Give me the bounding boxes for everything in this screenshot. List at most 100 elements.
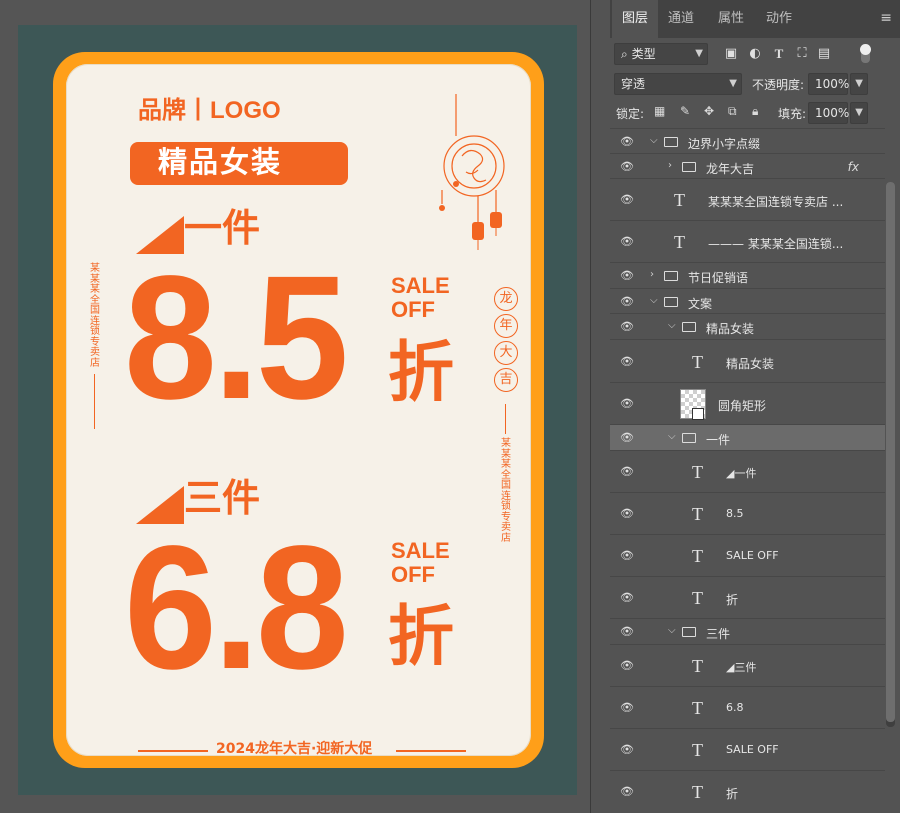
filter-toggle[interactable] [860, 44, 871, 63]
tab-properties[interactable]: 属性 [708, 0, 754, 38]
blend-mode-select[interactable]: 穿透 ▼ [614, 73, 742, 95]
chevron-down-icon[interactable]: ⌵ [668, 625, 676, 636]
eye-icon[interactable]: 👁︎ [618, 465, 636, 478]
eye-icon[interactable]: 👁︎ [618, 193, 636, 206]
layer-name: ——— 某某某全国连锁... [708, 237, 844, 251]
chevron-right-icon[interactable]: › [668, 160, 672, 171]
layer-row[interactable]: 👁︎ T ◢三件 [610, 644, 885, 686]
layer-row[interactable]: 👁︎ T 精品女装 [610, 339, 885, 382]
layer-row[interactable]: 👁︎ T 折 [610, 770, 885, 812]
eye-icon[interactable]: 👁︎ [618, 295, 636, 308]
shape-badge-icon [692, 408, 704, 420]
lock-transparent-icon[interactable]: ▦ [654, 104, 665, 118]
vertical-store-text-right: 某某某全国连锁专卖店 [501, 438, 511, 544]
chevron-down-icon: ▼ [695, 48, 703, 59]
sale-word: SALE [391, 538, 450, 563]
eye-icon[interactable]: 👁︎ [618, 431, 636, 444]
chevron-down-icon: ▼ [855, 78, 863, 89]
eye-icon[interactable]: 👁︎ [618, 659, 636, 672]
text-layer-icon: T [692, 588, 703, 608]
seal-char: 吉 [494, 368, 518, 392]
eye-icon[interactable]: 👁︎ [618, 549, 636, 562]
chevron-down-icon[interactable]: ⌵ [650, 295, 658, 306]
tab-channels[interactable]: 通道 [658, 0, 704, 38]
fill-input[interactable]: 100% [808, 102, 849, 124]
layer-row[interactable]: 👁︎ T ——— 某某某全国连锁... [610, 220, 885, 262]
eye-icon[interactable]: 👁︎ [618, 397, 636, 410]
image-filter-icon[interactable]: ▣ [723, 46, 739, 62]
text-layer-icon: T [674, 190, 685, 210]
layer-row[interactable]: 👁︎ T SALE OFF [610, 728, 885, 770]
seal-char: 龙 [494, 287, 518, 311]
panel-menu-icon[interactable]: ≡ [880, 10, 892, 26]
layer-name: 6.8 [726, 701, 744, 714]
layer-group-row[interactable]: 👁︎ › 节日促销语 [610, 262, 885, 288]
vertical-store-text-left: 某某某全国连锁专卖店 [90, 263, 100, 369]
eye-icon[interactable]: 👁︎ [618, 785, 636, 798]
filter-type-select[interactable]: ⌕ 类型 ▼ [614, 43, 708, 65]
lock-position-icon[interactable]: ✥ [704, 104, 714, 118]
scrollbar-thumb[interactable] [886, 182, 895, 722]
layer-name: 节日促销语 [688, 271, 749, 285]
opacity-dropdown[interactable]: ▼ [850, 73, 868, 95]
layer-group-row[interactable]: 👁︎ ⌵ 边界小字点缀 [610, 128, 885, 153]
poster-frame: 品牌丨LOGO 精品女装 一件 8.5 SALE OFF 折 三件 6.8 SA… [53, 52, 544, 768]
layer-effects-icon[interactable]: fx [848, 160, 859, 174]
chevron-right-icon[interactable]: › [650, 269, 654, 280]
lock-label: 锁定: [616, 107, 645, 121]
brand-logo-text: 品牌丨LOGO [138, 97, 281, 124]
opacity-input[interactable]: 100% [808, 73, 849, 95]
footer-line-left [138, 750, 208, 752]
eye-icon[interactable]: 👁︎ [618, 355, 636, 368]
lock-artboard-icon[interactable]: ⧉ [728, 104, 737, 119]
layer-row[interactable]: 👁︎ T 8.5 [610, 492, 885, 534]
eye-icon[interactable]: 👁︎ [618, 135, 636, 148]
eye-icon[interactable]: 👁︎ [618, 701, 636, 714]
layer-row[interactable]: 👁︎ T 折 [610, 576, 885, 618]
lock-pixels-icon[interactable]: ✎ [680, 104, 690, 118]
shape-filter-icon[interactable]: ⛶ [794, 46, 810, 62]
title-text: 精品女装 [158, 145, 283, 179]
chevron-down-icon[interactable]: ⌵ [668, 431, 676, 442]
eye-icon[interactable]: 👁︎ [618, 320, 636, 333]
blend-mode-value: 穿透 [621, 77, 646, 91]
layer-row[interactable]: 👁︎ T ◢一件 [610, 450, 885, 492]
layer-group-row[interactable]: 👁︎ ⌵ 精品女装 [610, 313, 885, 339]
tab-actions[interactable]: 动作 [756, 0, 802, 38]
eye-icon[interactable]: 👁︎ [618, 269, 636, 282]
type-filter-icon[interactable]: T [771, 46, 787, 62]
layer-group-row[interactable]: 👁︎ › 龙年大吉 fx [610, 153, 885, 178]
layer-group-row[interactable]: 👁︎ ⌵ 一件 [610, 424, 885, 450]
eye-icon[interactable]: 👁︎ [618, 591, 636, 604]
layer-row[interactable]: 👁︎ T 某某某全国连锁专卖店 ... [610, 178, 885, 220]
layer-row[interactable]: 👁︎ T 6.8 [610, 686, 885, 728]
layer-list: 👁︎ ⌵ 边界小字点缀 👁︎ › 龙年大吉 fx 👁︎ T 某某某全国连锁专卖店 ... 👁︎ T ——… [610, 128, 885, 813]
layer-name: 龙年大吉 [706, 162, 755, 176]
eye-icon[interactable]: 👁︎ [618, 507, 636, 520]
smart-object-filter-icon[interactable]: ▤ [816, 46, 832, 62]
vertical-line-left [94, 374, 95, 429]
layer-name: 某某某全国连锁专卖店 ... [708, 195, 844, 209]
offer1-sale-off: SALE OFF [391, 273, 450, 322]
chevron-down-icon[interactable]: ⌵ [650, 135, 658, 146]
layer-name: 折 [726, 593, 739, 607]
lock-all-icon[interactable]: 🔒︎ [752, 104, 758, 119]
layer-row[interactable]: 👁︎ T SALE OFF [610, 534, 885, 576]
eye-icon[interactable]: 👁︎ [618, 743, 636, 756]
panel-tabs: 图层 通道 属性 动作 ≡ [610, 0, 900, 38]
adjustment-filter-icon[interactable]: ◐ [747, 46, 763, 62]
artboard[interactable]: 品牌丨LOGO 精品女装 一件 8.5 SALE OFF 折 三件 6.8 SA… [18, 25, 577, 795]
fill-dropdown[interactable]: ▼ [850, 102, 868, 124]
document-canvas[interactable]: 品牌丨LOGO 精品女装 一件 8.5 SALE OFF 折 三件 6.8 SA… [0, 0, 590, 813]
folder-icon [664, 297, 678, 307]
chevron-down-icon[interactable]: ⌵ [668, 320, 676, 331]
eye-icon[interactable]: 👁︎ [618, 625, 636, 638]
layer-row[interactable]: 👁︎ 圆角矩形 [610, 382, 885, 424]
eye-icon[interactable]: 👁︎ [618, 160, 636, 173]
layer-name: 精品女装 [706, 322, 755, 336]
layer-group-row[interactable]: 👁︎ ⌵ 三件 [610, 618, 885, 644]
panel-divider[interactable] [590, 0, 610, 813]
layer-group-row[interactable]: 👁︎ ⌵ 文案 [610, 288, 885, 313]
tab-layers[interactable]: 图层 [612, 0, 659, 38]
eye-icon[interactable]: 👁︎ [618, 235, 636, 248]
